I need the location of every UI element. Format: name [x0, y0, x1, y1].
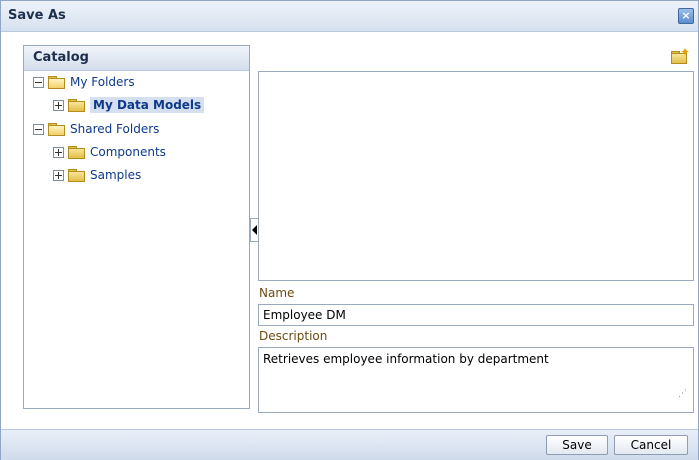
tree-item-shared-folders[interactable]: Shared Folders: [33, 119, 159, 139]
name-label: Name: [259, 286, 295, 300]
expand-icon[interactable]: [53, 99, 64, 111]
tree-label[interactable]: My Folders: [70, 75, 135, 89]
expand-icon[interactable]: [53, 146, 64, 158]
close-icon[interactable]: ×: [678, 8, 694, 24]
catalog-panel: Catalog My Folders My Data Models Shared…: [23, 45, 250, 409]
tree-item-my-folders[interactable]: My Folders: [33, 72, 135, 92]
dialog-footer: Save Cancel: [1, 429, 698, 460]
catalog-title: Catalog: [33, 50, 89, 65]
tree-label[interactable]: Samples: [90, 168, 141, 182]
folder-icon: [68, 169, 85, 182]
tree-item-components[interactable]: Components: [53, 142, 166, 162]
tree-label[interactable]: My Data Models: [90, 97, 205, 113]
dialog-title: Save As: [8, 8, 66, 23]
cancel-button[interactable]: Cancel: [614, 435, 688, 455]
description-label: Description: [259, 329, 328, 343]
save-as-dialog: Save As × Catalog My Folders My Data Mod…: [0, 0, 699, 460]
tree-label[interactable]: Shared Folders: [70, 122, 159, 136]
folder-icon: [68, 146, 85, 159]
dialog-titlebar: Save As ×: [1, 1, 698, 32]
expand-icon[interactable]: [53, 169, 64, 181]
folder-open-icon: [48, 123, 65, 136]
folder-contents-list[interactable]: [258, 71, 694, 281]
collapse-icon[interactable]: [33, 76, 44, 88]
new-folder-icon[interactable]: ✦: [670, 45, 690, 64]
folder-open-icon: [48, 76, 65, 89]
tree-item-my-data-models[interactable]: My Data Models: [53, 95, 205, 115]
tree-item-samples[interactable]: Samples: [53, 165, 141, 185]
folder-icon: [68, 99, 85, 112]
resize-grip-icon[interactable]: ⋰: [678, 390, 687, 399]
catalog-header: Catalog: [24, 46, 249, 71]
collapse-icon[interactable]: [33, 123, 44, 135]
name-field[interactable]: [258, 304, 694, 326]
description-field[interactable]: Retrieves employee information by depart…: [258, 347, 694, 413]
save-button[interactable]: Save: [546, 435, 608, 455]
tree-label[interactable]: Components: [90, 145, 166, 159]
